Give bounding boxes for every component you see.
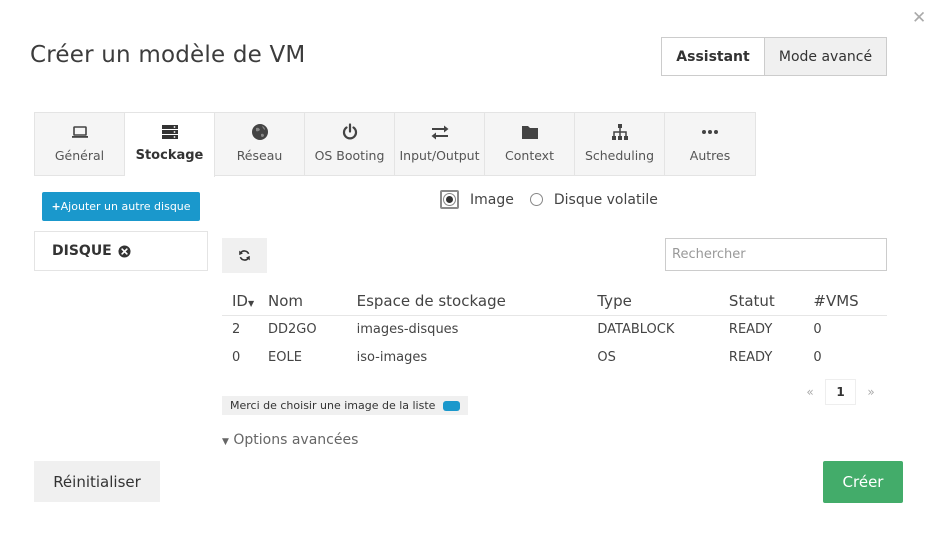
close-icon[interactable]: ✕: [912, 8, 926, 28]
cell-type: OS: [597, 349, 616, 365]
globe-icon: [251, 124, 268, 140]
add-disk-button[interactable]: + Ajouter un autre disque: [42, 192, 200, 221]
add-disk-label: Ajouter un autre disque: [60, 200, 191, 213]
tab-label: Input/Output: [399, 148, 480, 163]
cell-vms: 0: [813, 349, 822, 365]
selection-hint: Merci de choisir une image de la liste: [222, 396, 469, 415]
table-row[interactable]: 2 DD2GO images-disques DATABLOCK READY 0: [222, 315, 887, 343]
cell-name: DD2GO: [268, 321, 317, 337]
column-type[interactable]: Type: [587, 288, 719, 316]
cell-status: READY: [728, 349, 773, 365]
image-radio-label[interactable]: Image: [470, 192, 514, 208]
cell-datastore: images-disques: [356, 321, 459, 337]
dialog-title: Créer un modèle de VM: [30, 42, 306, 68]
volatile-disk-radio[interactable]: [529, 193, 543, 206]
advanced-options-toggle[interactable]: ▼ Options avancées: [222, 432, 358, 448]
remove-disk-icon[interactable]: [118, 244, 131, 258]
column-label: ID: [232, 292, 248, 311]
prev-page-button[interactable]: «: [795, 385, 825, 399]
tab-others[interactable]: Autres: [665, 113, 755, 175]
radio-dot: [446, 196, 453, 203]
create-button[interactable]: Créer: [823, 461, 903, 503]
cell-vms: 0: [813, 321, 822, 337]
cell-name: EOLE: [268, 349, 302, 365]
disk-source-radio-group: Image Disque volatile: [440, 190, 674, 209]
tab-general[interactable]: Général: [35, 113, 125, 175]
image-radio-focus: [440, 190, 459, 209]
advanced-options-label: Options avancées: [233, 432, 359, 448]
tab-input-output[interactable]: Input/Output: [395, 113, 485, 175]
tab-label: OS Booting: [314, 148, 385, 163]
tab-label: Autres: [689, 148, 731, 163]
tab-scheduling[interactable]: Scheduling: [575, 113, 665, 175]
search-input[interactable]: [665, 238, 887, 271]
cell-id: 0: [232, 349, 241, 365]
tab-label: Context: [505, 148, 554, 163]
cell-status: READY: [728, 321, 773, 337]
cell-type: DATABLOCK: [597, 321, 675, 337]
cell-id: 2: [232, 321, 241, 337]
tab-context[interactable]: Context: [485, 113, 575, 175]
table-header-row: ID▼ Nom Espace de stockage Type Statut #…: [222, 288, 887, 316]
tab-storage[interactable]: Stockage: [125, 113, 215, 177]
image-radio[interactable]: [443, 193, 456, 206]
reset-button[interactable]: Réinitialiser: [34, 461, 160, 502]
tab-os-booting[interactable]: OS Booting: [305, 113, 395, 175]
disk-label: DISQUE: [52, 243, 112, 259]
refresh-icon: [239, 250, 250, 261]
column-vms[interactable]: #VMS: [803, 288, 887, 316]
advanced-mode-button[interactable]: Mode avancé: [765, 37, 887, 76]
tab-label: Réseau: [236, 148, 283, 163]
next-page-button[interactable]: »: [856, 385, 886, 399]
tab-label: Stockage: [135, 148, 204, 163]
column-id[interactable]: ID▼: [222, 288, 258, 316]
pagination: « 1 »: [795, 379, 886, 405]
wizard-mode-button[interactable]: Assistant: [661, 37, 765, 76]
images-table: ID▼ Nom Espace de stockage Type Statut #…: [222, 288, 887, 371]
exchange-icon: [431, 125, 448, 140]
disk-tab[interactable]: DISQUE: [34, 231, 208, 271]
tab-label: Général: [54, 148, 105, 163]
selection-badge: [443, 400, 461, 411]
storage-icon: [161, 125, 178, 139]
plus-icon: +: [51, 200, 61, 213]
column-name[interactable]: Nom: [258, 288, 347, 316]
wizard-tabs: Général Stockage Réseau OS Booting Input…: [34, 112, 756, 177]
laptop-icon: [71, 126, 88, 138]
volatile-disk-radio-label[interactable]: Disque volatile: [554, 192, 658, 208]
column-datastore[interactable]: Espace de stockage: [346, 288, 588, 316]
table-row[interactable]: 0 EOLE iso-images OS READY 0: [222, 343, 887, 371]
sort-desc-icon: ▼: [247, 299, 255, 309]
power-icon: [342, 123, 357, 140]
refresh-button[interactable]: [222, 238, 267, 273]
ellipsis-icon: [702, 130, 718, 134]
tab-network[interactable]: Réseau: [215, 113, 305, 175]
sitemap-icon: [611, 124, 628, 140]
current-page[interactable]: 1: [825, 379, 856, 405]
cell-datastore: iso-images: [356, 349, 428, 365]
hint-text: Merci de choisir une image de la liste: [230, 399, 436, 412]
mode-switch: Assistant Mode avancé: [661, 37, 887, 76]
tab-label: Scheduling: [584, 148, 655, 163]
folder-icon: [521, 126, 538, 139]
caret-down-icon: ▼: [222, 437, 229, 447]
column-status[interactable]: Statut: [718, 288, 804, 316]
